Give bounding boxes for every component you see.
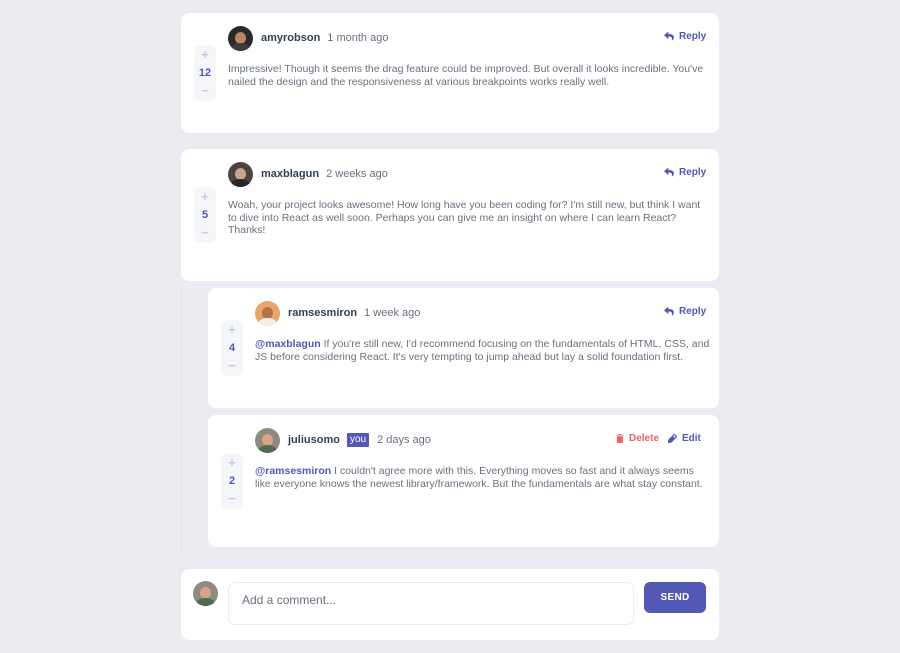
score: 5: [201, 209, 209, 221]
vote-control: + 2 −: [221, 453, 243, 509]
timestamp: 1 week ago: [364, 307, 421, 319]
reply-button[interactable]: Reply: [664, 306, 706, 317]
reply-button[interactable]: Reply: [664, 31, 706, 42]
downvote-button[interactable]: −: [228, 359, 236, 372]
score: 4: [228, 342, 236, 354]
avatar: [255, 427, 280, 453]
vote-control: + 4 −: [221, 320, 243, 376]
reply-icon: [664, 32, 674, 41]
comment-card: + 5 − maxblagun 2 weeks ago Reply Woah, …: [181, 149, 719, 281]
current-user-avatar: [193, 581, 218, 606]
timestamp: 2 days ago: [377, 434, 431, 446]
edit-button[interactable]: Edit: [668, 433, 701, 444]
upvote-button[interactable]: +: [201, 48, 209, 61]
comment-card: + 12 − amyrobson 1 month ago Reply Impre…: [181, 13, 719, 133]
avatar: [228, 25, 253, 51]
upvote-button[interactable]: +: [201, 190, 209, 203]
delete-button[interactable]: Delete: [616, 433, 659, 444]
reply-thread-line: [181, 287, 183, 553]
comment-text: Woah, your project looks awesome! How lo…: [228, 199, 701, 236]
reply-label: Reply: [679, 31, 707, 42]
comment-text: Impressive! Though it seems the drag fea…: [228, 63, 704, 88]
pencil-icon: [668, 434, 677, 443]
upvote-button[interactable]: +: [228, 323, 236, 336]
reply-label: Reply: [679, 306, 707, 317]
reply-body: If you're still new, I'd recommend focus…: [255, 338, 710, 363]
reply-card: + 2 − juliusomo you 2 days ago Delete Ed…: [208, 415, 719, 547]
you-badge: you: [346, 433, 370, 447]
username[interactable]: juliusomo: [288, 434, 340, 446]
comment-input[interactable]: Add a comment...: [228, 582, 634, 625]
timestamp: 1 month ago: [327, 32, 389, 44]
reply-label: Reply: [679, 167, 707, 178]
trash-icon: [616, 434, 624, 443]
downvote-button[interactable]: −: [201, 226, 209, 239]
comment-text: @ramsesmiron I couldn't agree more with …: [255, 465, 710, 490]
reply-icon: [664, 307, 674, 316]
upvote-button[interactable]: +: [228, 456, 236, 469]
reply-button[interactable]: Reply: [664, 167, 706, 178]
username[interactable]: ramsesmiron: [288, 307, 357, 319]
downvote-button[interactable]: −: [201, 84, 209, 97]
comment-text: @maxblagun If you're still new, I'd reco…: [255, 338, 710, 363]
downvote-button[interactable]: −: [228, 492, 236, 505]
username[interactable]: maxblagun: [261, 168, 319, 180]
vote-control: + 12 −: [194, 45, 216, 101]
comment-header: maxblagun 2 weeks ago: [228, 161, 388, 187]
comment-header: ramsesmiron 1 week ago: [255, 300, 420, 326]
username[interactable]: amyrobson: [261, 32, 320, 44]
avatar: [228, 161, 253, 187]
timestamp: 2 weeks ago: [326, 168, 388, 180]
delete-label: Delete: [629, 433, 660, 444]
reply-icon: [664, 168, 674, 177]
comment-header: juliusomo you 2 days ago: [255, 427, 431, 453]
send-button[interactable]: SEND: [644, 582, 706, 613]
vote-control: + 5 −: [194, 187, 216, 243]
edit-label: Edit: [682, 433, 701, 444]
score: 12: [198, 67, 212, 79]
score: 2: [228, 475, 236, 487]
mention-link[interactable]: @ramsesmiron: [255, 465, 331, 477]
reply-card: + 4 − ramsesmiron 1 week ago Reply @maxb…: [208, 288, 719, 408]
comment-header: amyrobson 1 month ago: [228, 25, 388, 51]
avatar: [255, 300, 280, 326]
mention-link[interactable]: @maxblagun: [255, 338, 321, 350]
